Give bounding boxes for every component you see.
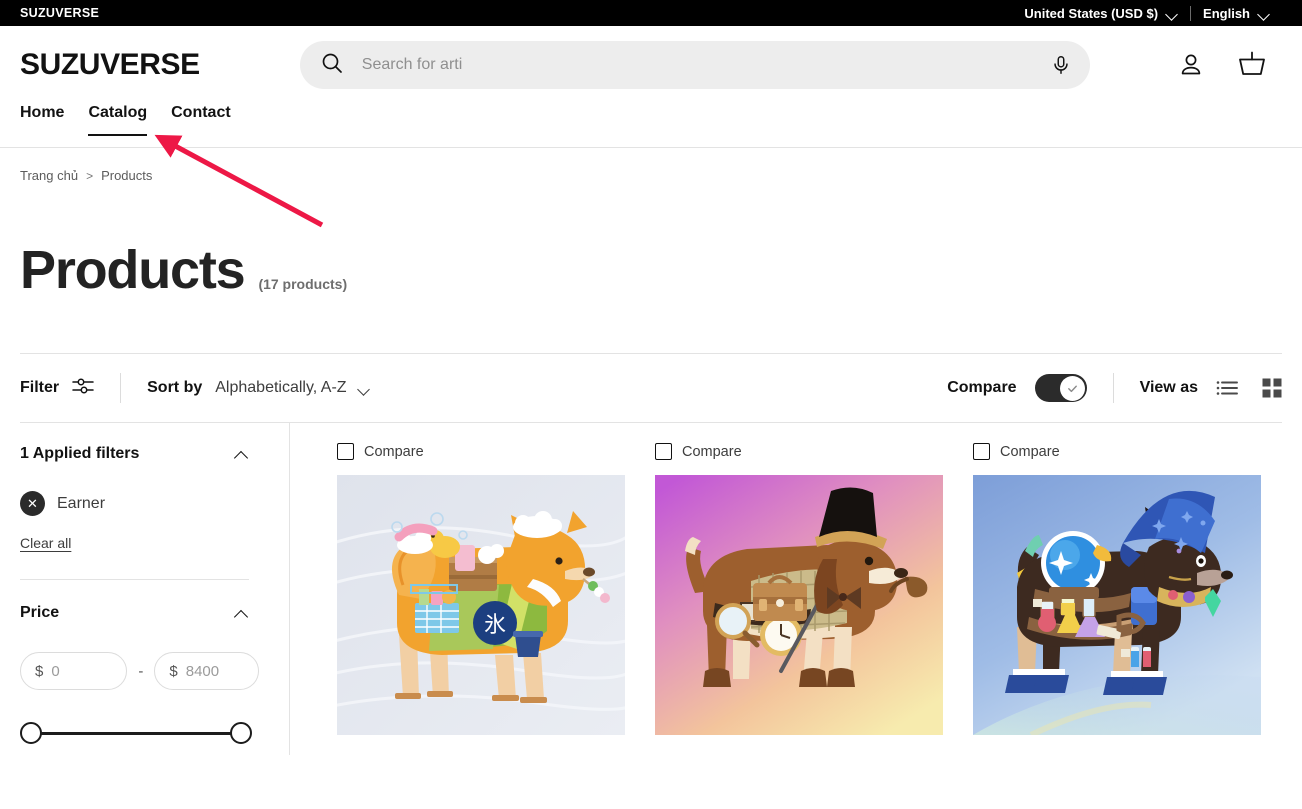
compare-checkbox-row[interactable]: Compare [337, 443, 625, 460]
price-max-value: 8400 [185, 662, 220, 680]
toolbar-divider [120, 373, 122, 403]
filter-label: Filter [20, 379, 60, 396]
basket-icon[interactable] [1236, 50, 1268, 80]
view-as-label: View as [1139, 379, 1198, 396]
compare-checkbox[interactable] [655, 443, 672, 460]
price-facet: Price $ 0 - $ 8400 [20, 604, 259, 744]
account-icon[interactable] [1176, 50, 1206, 80]
price-min-field[interactable]: $ 0 [20, 652, 128, 690]
range-track [31, 732, 241, 735]
compare-toggle[interactable] [1034, 374, 1087, 402]
detective-beagle-dog-illustration[interactable] [655, 475, 943, 735]
chevron-down-icon [1167, 10, 1178, 17]
announcement-bar: SUZUVERSE United States (USD $) English [0, 0, 1302, 26]
product-grid: Compare 氷 Compare Compare [290, 423, 1282, 755]
compare-checkbox[interactable] [973, 443, 990, 460]
onsen-shiba-dog-illustration[interactable]: 氷 [337, 475, 625, 735]
price-facet-header[interactable]: Price [20, 604, 259, 622]
view-mode-group [1216, 378, 1282, 398]
search-bar[interactable] [299, 41, 1090, 89]
range-thumb-max[interactable] [230, 722, 252, 744]
sliders-icon [72, 377, 94, 400]
breadcrumb-current: Products [101, 168, 153, 183]
toolbar-right-group: Compare View as [947, 373, 1282, 403]
price-facet-title: Price [20, 604, 60, 621]
compare-checkbox-row[interactable]: Compare [655, 443, 943, 460]
currency-label: United States (USD $) [1024, 5, 1159, 21]
product-count: (17 products) [258, 276, 348, 292]
nav-item-contact[interactable]: Contact [171, 104, 231, 136]
price-max-field[interactable]: $ 8400 [154, 652, 259, 690]
price-range-slider[interactable] [20, 722, 252, 744]
product-card[interactable]: Compare [337, 443, 625, 755]
chevron-up-icon [235, 609, 249, 618]
currency-symbol: $ [35, 662, 44, 680]
site-header: SUZUVERSE [0, 26, 1302, 104]
filters-sidebar: 1 Applied filters ✕ Earner Clear all Pri… [20, 423, 290, 755]
search-icon [320, 51, 344, 80]
language-label: English [1203, 5, 1250, 21]
wizard-chihuahua-dog-illustration[interactable] [973, 475, 1261, 735]
sort-by-label: Sort by [147, 379, 203, 396]
applied-filter-label: Earner [57, 494, 106, 512]
currency-selector[interactable]: United States (USD $) [1012, 6, 1190, 21]
announcement-brand: SUZUVERSE [20, 6, 100, 20]
close-circle-icon[interactable]: ✕ [20, 491, 45, 516]
svg-text:氷: 氷 [484, 613, 506, 638]
applied-filters-title: 1 Applied filters [20, 445, 140, 462]
nav-item-home[interactable]: Home [20, 104, 64, 136]
list-view-icon[interactable] [1216, 379, 1238, 397]
applied-filters-header[interactable]: 1 Applied filters [20, 445, 259, 463]
compare-checkbox[interactable] [337, 443, 354, 460]
chevron-up-icon [235, 450, 249, 459]
currency-symbol: $ [169, 662, 178, 680]
price-inputs: $ 0 - $ 8400 [20, 652, 259, 690]
product-card[interactable]: Compare [655, 443, 943, 755]
collection-content: 1 Applied filters ✕ Earner Clear all Pri… [20, 422, 1282, 755]
toggle-knob [1060, 375, 1086, 401]
language-selector[interactable]: English [1191, 6, 1282, 21]
price-min-value: 0 [51, 662, 60, 680]
microphone-icon[interactable] [1050, 54, 1072, 76]
locale-selectors: United States (USD $) English [1012, 5, 1282, 21]
applied-filter-tag-earner[interactable]: ✕ Earner [20, 491, 259, 516]
check-icon [1068, 385, 1077, 392]
compare-checkbox-row[interactable]: Compare [973, 443, 1261, 460]
main-navigation: Home Catalog Contact [0, 104, 1302, 148]
toolbar-divider [1112, 373, 1114, 403]
page-title-row: Products (17 products) [0, 183, 1302, 297]
clear-all-link[interactable]: Clear all [20, 535, 71, 551]
price-range-separator: - [138, 662, 144, 680]
compare-label: Compare [947, 379, 1017, 396]
range-thumb-min[interactable] [20, 722, 42, 744]
compare-checkbox-label: Compare [364, 443, 424, 460]
compare-checkbox-label: Compare [682, 443, 742, 460]
search-input[interactable] [361, 56, 1050, 74]
breadcrumb-home[interactable]: Trang chủ [20, 168, 78, 183]
filter-button[interactable]: Filter [20, 377, 94, 400]
breadcrumb-separator-icon: > [86, 168, 94, 183]
grid-view-icon[interactable] [1262, 378, 1282, 398]
facet-divider [20, 579, 249, 580]
breadcrumb: Trang chủ > Products [0, 148, 1302, 183]
nav-item-catalog[interactable]: Catalog [88, 104, 147, 136]
header-actions [1176, 50, 1282, 80]
chevron-down-icon [1259, 10, 1270, 17]
page-title: Products [20, 240, 246, 300]
collection-toolbar: Filter Sort by Alphabetically, A-Z Compa… [20, 354, 1282, 422]
product-card[interactable]: Compare [973, 443, 1261, 755]
chevron-down-icon [359, 385, 370, 392]
sort-by-select[interactable]: Alphabetically, A-Z [215, 379, 369, 397]
sort-by-value: Alphabetically, A-Z [215, 379, 347, 396]
compare-checkbox-label: Compare [1000, 443, 1060, 460]
site-logo[interactable]: SUZUVERSE [20, 48, 200, 82]
